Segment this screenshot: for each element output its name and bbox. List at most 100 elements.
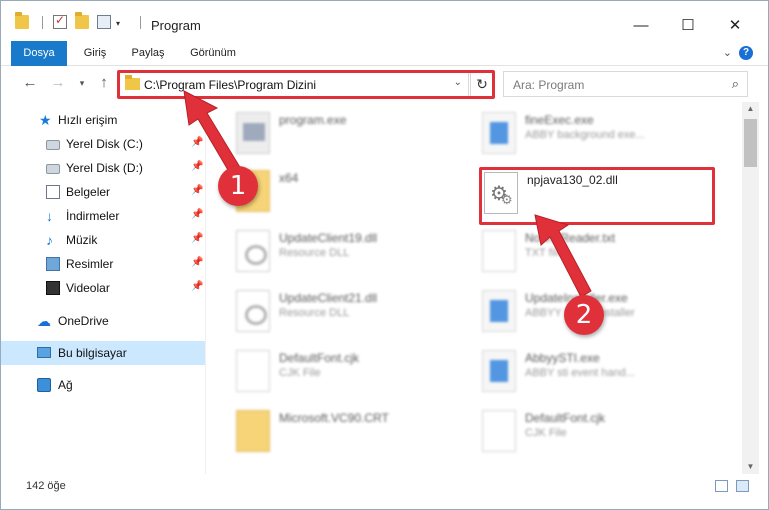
explorer-window: ▾ Program — ☐ ✕ Dosya Giriş Paylaş Görün… [0, 0, 769, 510]
file-item[interactable]: DefaultFont.cjk CJK File [482, 408, 732, 458]
file-item[interactable]: AbbyySTI.exe ABBY sti event hand... [482, 348, 732, 398]
tab-file[interactable]: Dosya [11, 41, 67, 66]
search-input[interactable]: Ara: Program ⌕ [503, 71, 748, 97]
minimize-button[interactable]: — [618, 11, 664, 41]
dll-icon [236, 290, 270, 332]
sidebar-item-network[interactable]: Ağ [1, 373, 205, 397]
cloud-icon: ☁ [37, 313, 51, 329]
file-desc: ABBY sti event hand... [525, 367, 635, 379]
sidebar-item-local-disk-d[interactable]: Yerel Disk (D:) 📌 [1, 156, 205, 180]
sidebar-item-label: Yerel Disk (D:) [66, 161, 143, 175]
up-icon[interactable]: ↑ [95, 73, 113, 93]
file-name: UpdateClient21.dll [279, 291, 378, 305]
file-name: program.exe [279, 113, 347, 127]
file-item[interactable]: NonneReader.txt TXT file [482, 228, 732, 278]
file-desc: TXT file [525, 247, 563, 259]
file-item[interactable]: fineExec.exe ABBY background exe... [482, 110, 732, 160]
pin-icon[interactable]: 📌 [191, 233, 203, 244]
sidebar-item-quick-access[interactable]: ★ Hızlı erişim [1, 108, 205, 132]
file-item[interactable]: x64 [236, 168, 486, 218]
sidebar-item-videos[interactable]: Videolar 📌 [1, 276, 205, 300]
file-item[interactable]: UpdateClient21.dll Resource DLL [236, 288, 486, 338]
file-name: NonneReader.txt [525, 231, 616, 245]
pin-icon[interactable]: 📌 [191, 209, 203, 220]
sidebar-item-label: Hızlı erişim [58, 113, 118, 127]
network-icon [37, 378, 51, 392]
file-item[interactable]: DefaultFont.cjk CJK File [236, 348, 486, 398]
new-folder-icon[interactable] [75, 12, 89, 29]
search-icon[interactable]: ⌕ [732, 76, 739, 92]
computer-icon [37, 347, 51, 358]
sidebar-item-label: Belgeler [66, 185, 111, 199]
sidebar-item-label: İndirmeler [66, 209, 120, 223]
file-name: DefaultFont.cjk [279, 351, 360, 365]
sidebar-item-this-pc[interactable]: Bu bilgisayar [1, 341, 205, 365]
sidebar-item-label: Yerel Disk (C:) [66, 137, 143, 151]
sidebar-item-label: Videolar [66, 281, 110, 295]
status-bar: 142 öğe [1, 474, 768, 499]
sidebar-item-onedrive[interactable]: ☁ OneDrive [1, 309, 205, 333]
drive-icon [46, 140, 60, 150]
sidebar-item-label: Resimler [66, 257, 114, 271]
scroll-down-icon[interactable]: ▼ [742, 460, 759, 474]
file-item[interactable]: UpdateInstaller.exe ABBYY Demo installer [482, 288, 732, 338]
details-view-icon[interactable] [715, 480, 728, 492]
window-title: Program [151, 18, 201, 33]
forward-icon[interactable]: → [49, 73, 67, 93]
sidebar-item-music[interactable]: ♪ Müzik 📌 [1, 228, 205, 252]
pin-icon[interactable]: 📌 [191, 281, 203, 292]
star-icon: ★ [39, 112, 52, 128]
sidebar-item-pictures[interactable]: Resimler 📌 [1, 252, 205, 276]
app-icon [482, 290, 516, 332]
tab-home[interactable]: Giriş [75, 41, 115, 66]
file-name: Microsoft.VC90.CRT [279, 411, 389, 425]
text-file-icon [482, 410, 516, 452]
pin-icon[interactable]: 📌 [191, 185, 203, 196]
pin-icon[interactable]: 📌 [191, 257, 203, 268]
step-2-badge: 2 [564, 295, 604, 335]
vertical-scrollbar[interactable]: ▲ ▼ [742, 102, 759, 474]
file-name: x64 [279, 171, 299, 185]
step-1-badge: 1 [218, 166, 258, 206]
pictures-icon [46, 257, 60, 271]
file-item[interactable]: program.exe [236, 110, 486, 160]
sidebar-item-label: Ağ [58, 378, 73, 392]
quick-access-dropdown-icon[interactable]: ▾ [116, 19, 120, 28]
scroll-thumb[interactable] [744, 119, 757, 167]
back-icon[interactable]: ← [21, 73, 39, 93]
title-bar: ▾ Program — ☐ ✕ [1, 1, 768, 41]
separator [42, 16, 43, 29]
address-highlight-box [117, 70, 495, 99]
scroll-up-icon[interactable]: ▲ [742, 102, 759, 116]
file-item[interactable]: UpdateClient19.dll Resource DLL [236, 228, 486, 278]
file-name: fineExec.exe [525, 113, 594, 127]
file-name: AbbyySTI.exe [525, 351, 600, 365]
sidebar-item-downloads[interactable]: ↓ İndirmeler 📌 [1, 204, 205, 228]
tab-view[interactable]: Görünüm [183, 41, 243, 66]
help-icon[interactable]: ? [739, 46, 753, 60]
expand-ribbon-icon[interactable]: ⌄ [723, 46, 732, 59]
text-file-icon [236, 350, 270, 392]
properties-check-icon[interactable] [53, 13, 67, 29]
download-icon: ↓ [46, 208, 53, 224]
pin-icon[interactable]: 📌 [191, 137, 203, 148]
pin-icon[interactable]: 📌 [191, 161, 203, 172]
folder-icon [15, 12, 29, 29]
dll-icon [236, 230, 270, 272]
tab-share[interactable]: Paylaş [125, 41, 171, 66]
drive-icon [46, 164, 60, 174]
large-icons-view-icon[interactable] [736, 480, 749, 492]
app-icon [482, 350, 516, 392]
sidebar-item-local-disk-c[interactable]: Yerel Disk (C:) 📌 [1, 132, 205, 156]
sidebar-item-documents[interactable]: Belgeler 📌 [1, 180, 205, 204]
file-item[interactable]: Microsoft.VC90.CRT [236, 408, 486, 458]
close-button[interactable]: ✕ [712, 11, 758, 41]
file-highlight-box [479, 167, 715, 225]
recent-locations-icon[interactable]: ▾ [73, 73, 91, 93]
customize-toolbar-icon[interactable] [97, 15, 111, 29]
maximize-button[interactable]: ☐ [665, 11, 711, 41]
file-desc: Resource DLL [279, 247, 350, 259]
music-icon: ♪ [46, 232, 53, 248]
documents-icon [46, 185, 60, 199]
file-desc: Resource DLL [279, 307, 350, 319]
